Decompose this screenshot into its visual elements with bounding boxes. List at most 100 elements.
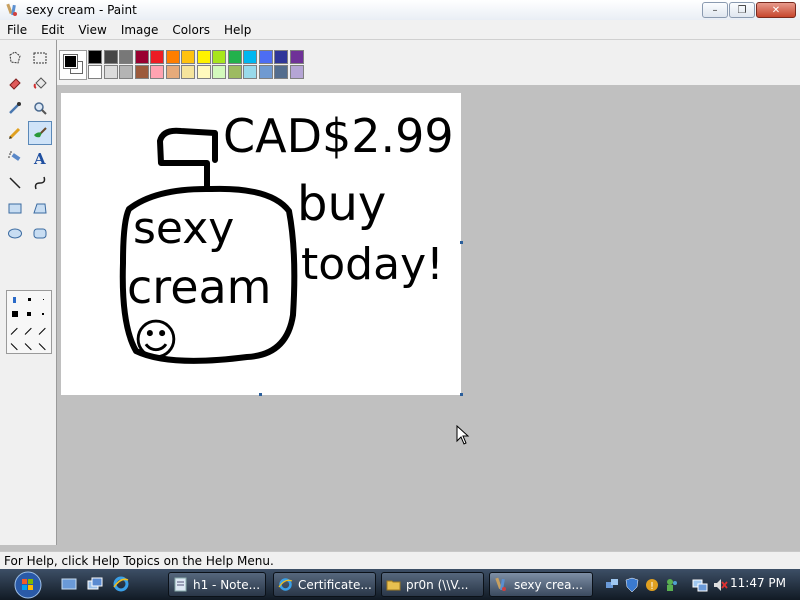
- color-swatch[interactable]: [258, 50, 273, 64]
- color-swatch[interactable]: [103, 65, 118, 79]
- current-colors[interactable]: [59, 50, 87, 80]
- taskbar-button-notepad[interactable]: h1 - Note...: [168, 572, 266, 597]
- network-icon[interactable]: [692, 577, 708, 593]
- brush-tool[interactable]: [28, 121, 52, 145]
- brush-options[interactable]: [6, 290, 52, 354]
- brush-size-option[interactable]: [42, 313, 44, 315]
- menu-file[interactable]: File: [0, 20, 34, 40]
- color-swatch[interactable]: [134, 65, 149, 79]
- taskbar-button-certificate[interactable]: Certificate...: [273, 572, 376, 597]
- color-swatch[interactable]: [243, 50, 257, 64]
- rect-select-tool[interactable]: [28, 46, 52, 70]
- color-swatch[interactable]: [243, 65, 257, 79]
- fill-bucket-icon: [33, 77, 47, 89]
- line-tool[interactable]: [3, 171, 27, 195]
- brush-size-option[interactable]: [28, 298, 31, 301]
- start-button[interactable]: [8, 570, 48, 599]
- polygon-icon: [33, 203, 47, 214]
- color-swatch[interactable]: [181, 65, 195, 79]
- polygon-tool[interactable]: [28, 196, 52, 220]
- internet-explorer-icon[interactable]: [112, 575, 130, 593]
- ellipse-tool[interactable]: [3, 221, 27, 245]
- tool-grid: A: [3, 46, 53, 246]
- window-controls: – ❐ ✕: [702, 2, 796, 18]
- color-swatch[interactable]: [119, 50, 133, 64]
- jar-pump-drawing: [157, 127, 218, 192]
- taskbar-button-folder[interactable]: pr0n (\\V...: [381, 572, 484, 597]
- color-swatch[interactable]: [165, 50, 180, 64]
- color-swatch[interactable]: [196, 65, 211, 79]
- brush-size-option[interactable]: [27, 312, 31, 316]
- shield-icon[interactable]: [624, 577, 640, 593]
- brush-slash-option[interactable]: [10, 327, 18, 335]
- curve-tool[interactable]: [28, 171, 52, 195]
- canvas-resize-handle-bottom[interactable]: [259, 393, 262, 396]
- svg-text:A: A: [33, 150, 46, 166]
- airbrush-tool[interactable]: [3, 146, 27, 170]
- color-swatch[interactable]: [274, 65, 288, 79]
- canvas-resize-handle-corner[interactable]: [460, 393, 463, 396]
- minimize-button[interactable]: –: [702, 2, 728, 18]
- brush-size-option[interactable]: [13, 297, 16, 303]
- switch-windows-icon[interactable]: [86, 575, 104, 593]
- window-title: sexy cream - Paint: [26, 3, 137, 17]
- taskbar-button-paint[interactable]: sexy crea...: [489, 572, 593, 597]
- magnifier-tool[interactable]: [28, 96, 52, 120]
- airbrush-icon: [8, 151, 21, 161]
- color-swatch[interactable]: [289, 65, 304, 79]
- menu-colors[interactable]: Colors: [165, 20, 217, 40]
- brush-backslash-option[interactable]: [24, 343, 32, 351]
- clock[interactable]: 11:47 PM: [730, 576, 786, 590]
- brush-size-option[interactable]: [12, 311, 18, 317]
- people-icon[interactable]: [664, 577, 680, 593]
- brush-backslash-option[interactable]: [10, 343, 18, 351]
- menu-image[interactable]: Image: [114, 20, 166, 40]
- color-swatch[interactable]: [212, 50, 226, 64]
- show-desktop-icon[interactable]: [60, 575, 78, 593]
- close-button[interactable]: ✕: [756, 2, 796, 18]
- network-sharing-icon[interactable]: [604, 577, 620, 593]
- text-tool[interactable]: A: [28, 146, 52, 170]
- menu-view[interactable]: View: [71, 20, 113, 40]
- foreground-color[interactable]: [63, 54, 78, 69]
- color-swatch[interactable]: [289, 50, 304, 64]
- color-swatch[interactable]: [258, 65, 273, 79]
- color-swatch[interactable]: [150, 50, 164, 64]
- color-swatch[interactable]: [212, 65, 226, 79]
- status-text: For Help, click Help Topics on the Help …: [4, 554, 274, 568]
- security-alert-icon[interactable]: !: [644, 577, 660, 593]
- menu-edit[interactable]: Edit: [34, 20, 71, 40]
- menu-help[interactable]: Help: [217, 20, 258, 40]
- brush-slash-option[interactable]: [24, 327, 32, 335]
- color-swatch[interactable]: [119, 65, 133, 79]
- color-picker-tool[interactable]: [3, 96, 27, 120]
- maximize-button[interactable]: ❐: [729, 2, 755, 18]
- drawing-canvas[interactable]: CAD$2.99 buy today! sexy cream ☺: [61, 93, 461, 395]
- color-swatch[interactable]: [196, 50, 211, 64]
- free-select-tool[interactable]: [3, 46, 27, 70]
- color-swatch[interactable]: [150, 65, 164, 79]
- color-swatch[interactable]: [165, 65, 180, 79]
- taskbar-button-label: sexy crea...: [514, 577, 583, 592]
- paint-icon: [495, 577, 506, 591]
- color-swatch[interactable]: [88, 65, 102, 79]
- color-swatch[interactable]: [181, 50, 195, 64]
- color-swatch[interactable]: [88, 50, 102, 64]
- brush-size-option[interactable]: [43, 299, 44, 300]
- rounded-rect-tool[interactable]: [28, 221, 52, 245]
- fill-tool[interactable]: [28, 71, 52, 95]
- brush-backslash-option[interactable]: [38, 343, 46, 351]
- canvas-text-cream: cream: [127, 260, 272, 314]
- brush-slash-option[interactable]: [38, 327, 46, 335]
- color-swatch[interactable]: [274, 50, 288, 64]
- color-swatch[interactable]: [103, 50, 118, 64]
- pencil-tool[interactable]: [3, 121, 27, 145]
- color-swatch[interactable]: [227, 65, 242, 79]
- color-swatch[interactable]: [227, 50, 242, 64]
- volume-muted-icon[interactable]: [712, 577, 728, 593]
- rectangle-tool[interactable]: [3, 196, 27, 220]
- color-swatch[interactable]: [134, 50, 149, 64]
- notepad-icon: [174, 577, 187, 592]
- canvas-resize-handle-right[interactable]: [460, 241, 463, 244]
- eraser-tool[interactable]: [3, 71, 27, 95]
